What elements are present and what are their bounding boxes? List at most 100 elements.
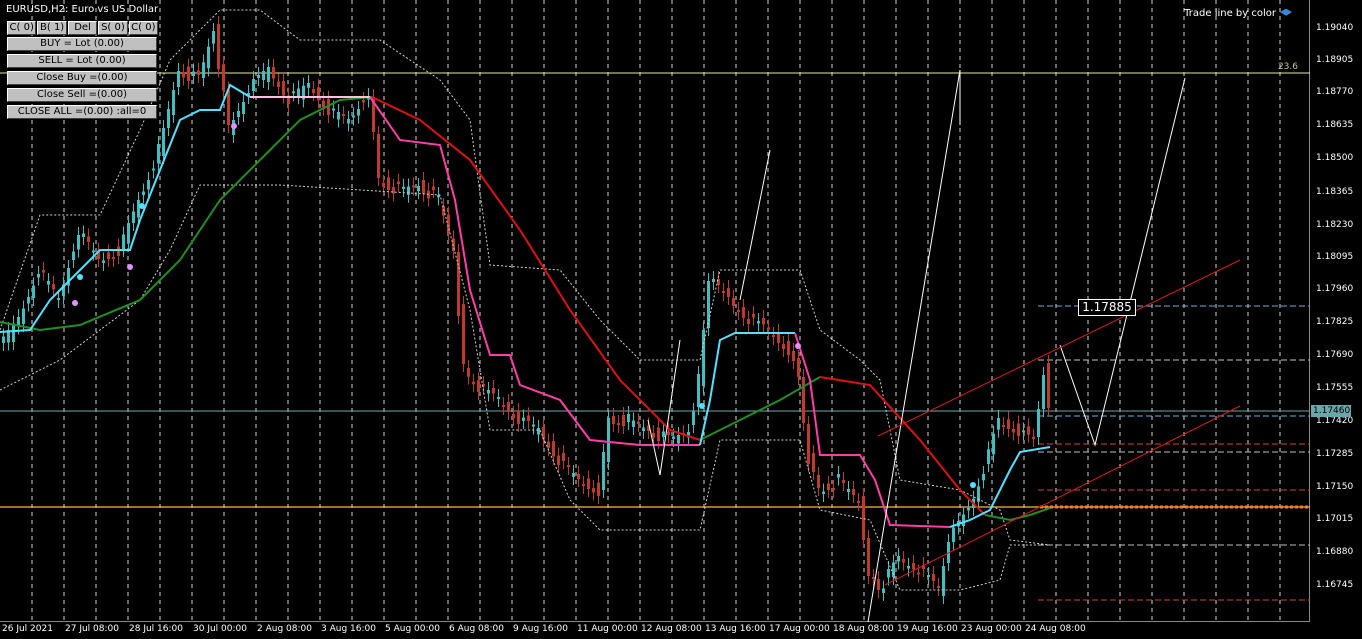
candle-body bbox=[457, 252, 460, 316]
signal-dot bbox=[77, 274, 83, 280]
price-tick: 1.17150 bbox=[1316, 482, 1354, 492]
candle-body bbox=[92, 250, 95, 253]
candle-body bbox=[967, 508, 970, 511]
candle-body bbox=[782, 344, 785, 349]
candle-body bbox=[412, 185, 415, 188]
candle-body bbox=[877, 579, 880, 590]
candle-body bbox=[987, 449, 990, 464]
candle-body bbox=[447, 214, 450, 234]
candle-body bbox=[282, 81, 285, 96]
time-axis[interactable]: 26 Jul 2021 27 Jul 08:00 28 Jul 16:00 30… bbox=[0, 622, 1310, 639]
candle-body bbox=[592, 488, 595, 493]
candle-body bbox=[547, 441, 550, 448]
close-sell-button[interactable]: Close Sell =(0.00) bbox=[7, 88, 157, 102]
candle-body bbox=[492, 388, 495, 394]
candle-body bbox=[737, 310, 740, 312]
candle-body bbox=[762, 318, 765, 325]
candle-body bbox=[1022, 430, 1025, 433]
candle-body bbox=[352, 115, 355, 118]
trade-line-label: Trade line by color bbox=[1184, 8, 1292, 19]
candle-body bbox=[142, 191, 145, 195]
buy-button[interactable]: BUY = Lot (0.00) bbox=[7, 37, 157, 51]
delete-button[interactable]: Del bbox=[67, 21, 98, 35]
candle-body bbox=[862, 496, 865, 540]
price-axis[interactable]: 1.19040 1.18905 1.18770 1.18635 1.18500 … bbox=[1312, 0, 1362, 622]
sell-count-button[interactable]: S( 0) bbox=[98, 21, 128, 35]
candle-body bbox=[952, 527, 955, 542]
candle-body bbox=[202, 62, 205, 78]
candle-body bbox=[47, 281, 50, 285]
close-all-button[interactable]: CLOSE ALL =(0.00) :all=0 bbox=[7, 105, 157, 119]
candle-body bbox=[562, 453, 565, 461]
candle-body bbox=[602, 452, 605, 490]
candle-body bbox=[267, 67, 270, 82]
candle-body bbox=[512, 414, 515, 418]
price-tick: 1.17420 bbox=[1316, 416, 1354, 426]
candle-body bbox=[57, 298, 60, 300]
price-tick: 1.18500 bbox=[1316, 153, 1354, 163]
candle-body bbox=[337, 112, 340, 120]
candle-body bbox=[507, 402, 510, 412]
candle-body bbox=[227, 89, 230, 125]
candle-body bbox=[187, 66, 190, 81]
candle-body bbox=[552, 441, 555, 457]
candle-body bbox=[817, 475, 820, 488]
candle-body bbox=[652, 433, 655, 438]
close-count-button[interactable]: C( 0) bbox=[7, 21, 37, 35]
candle-body bbox=[117, 246, 120, 256]
candle-body bbox=[912, 563, 915, 570]
candle-body bbox=[1027, 426, 1030, 435]
candle-body bbox=[132, 211, 135, 223]
candle-body bbox=[162, 128, 165, 156]
candle-body bbox=[692, 411, 695, 425]
candle-body bbox=[937, 586, 940, 588]
candle-body bbox=[812, 453, 815, 472]
candle-body bbox=[262, 71, 265, 80]
time-tick: 11 Aug 00:00 bbox=[577, 624, 638, 634]
candle-body bbox=[727, 288, 730, 297]
candle-body bbox=[292, 91, 295, 94]
fast-ma-down-2 bbox=[794, 332, 951, 528]
candle-body bbox=[152, 168, 155, 171]
candle-body bbox=[747, 319, 750, 324]
candle-body bbox=[982, 474, 985, 481]
candle-body bbox=[472, 381, 475, 385]
time-tick: 3 Aug 16:00 bbox=[321, 624, 376, 634]
price-box-label[interactable]: 1.17885 bbox=[1078, 299, 1136, 316]
candle-body bbox=[872, 577, 875, 579]
candle-body bbox=[82, 233, 85, 237]
close-buy-button[interactable]: Close Buy =(0.00) bbox=[7, 71, 157, 85]
candle-body bbox=[172, 90, 175, 115]
candle-body bbox=[207, 46, 210, 69]
candle-body bbox=[517, 411, 520, 424]
candle-body bbox=[932, 574, 935, 581]
candle-body bbox=[607, 418, 610, 462]
candle-body bbox=[567, 465, 570, 467]
candle-body bbox=[827, 483, 830, 490]
fast-ma-down bbox=[369, 96, 700, 446]
candle-body bbox=[72, 251, 75, 260]
price-tick: 1.18770 bbox=[1316, 87, 1354, 97]
candle-body bbox=[1007, 419, 1010, 429]
sell-button[interactable]: SELL = Lot (0.00) bbox=[7, 54, 157, 68]
candle-body bbox=[857, 501, 860, 503]
candle-body bbox=[662, 431, 665, 437]
candle-body bbox=[87, 236, 90, 242]
counter-button-row: C( 0) B( 1) Del S( 0) C( 0) bbox=[7, 21, 159, 35]
candle-body bbox=[237, 111, 240, 117]
price-tick: 1.17015 bbox=[1316, 514, 1354, 524]
buy-count-button[interactable]: B( 1) bbox=[37, 21, 67, 35]
candle-body bbox=[792, 351, 795, 361]
candle-body bbox=[112, 257, 115, 259]
candle-body bbox=[257, 75, 260, 78]
candle-body bbox=[787, 341, 790, 355]
candle-body bbox=[2, 336, 5, 343]
close-count-button-2[interactable]: C( 0) bbox=[128, 21, 159, 35]
candle-body bbox=[217, 24, 220, 70]
candle-body bbox=[197, 70, 200, 75]
candle-body bbox=[887, 569, 890, 578]
candle-body bbox=[122, 234, 125, 249]
candle-body bbox=[962, 514, 965, 526]
candle-body bbox=[1002, 425, 1005, 427]
candle-body bbox=[377, 134, 380, 178]
